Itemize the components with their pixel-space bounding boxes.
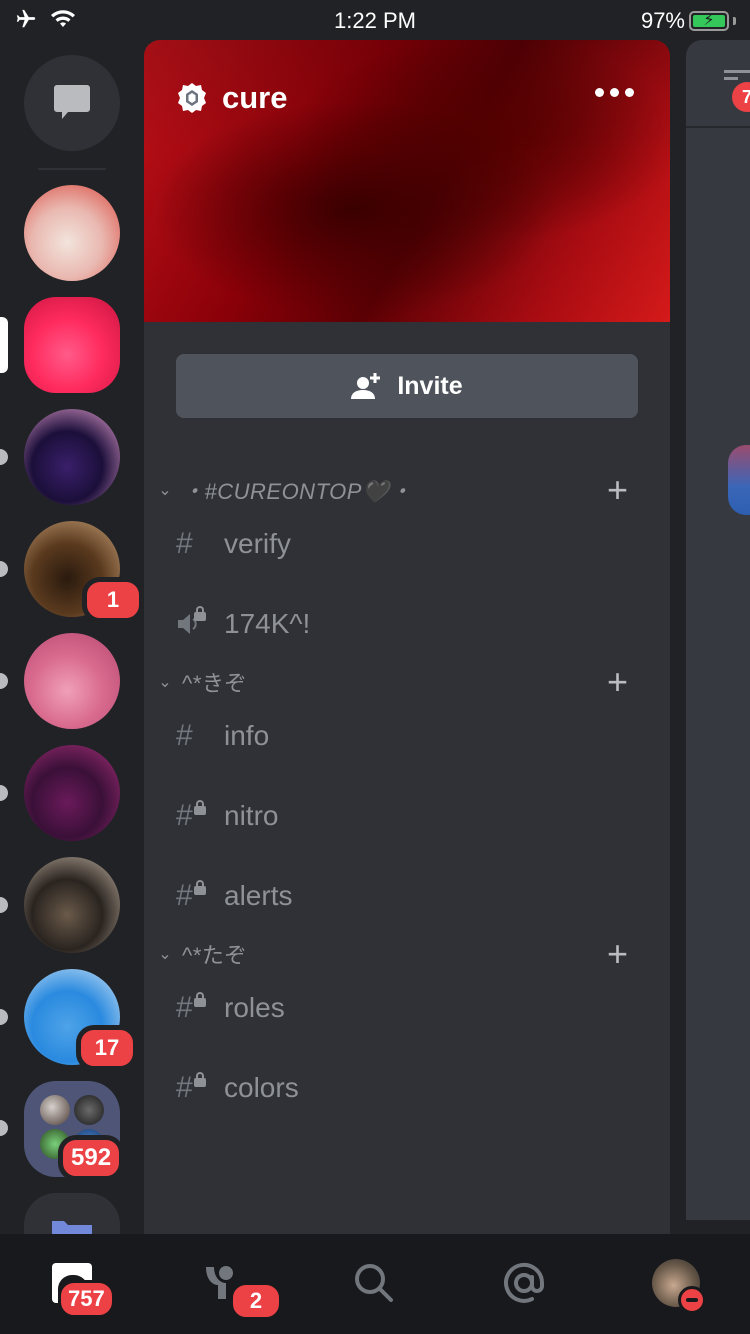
server-folder[interactable]: 592: [24, 1081, 125, 1181]
server-badge: 17: [76, 1025, 138, 1071]
hashtag-locked-icon: #: [176, 988, 224, 1028]
channel-item[interactable]: # alerts: [176, 868, 636, 924]
invite-button[interactable]: Invite: [176, 354, 638, 418]
nav-profile[interactable]: [646, 1258, 706, 1314]
channel-panel: cure Invite ⌄ ・#CUREONTOP🖤・ + # verify 174…: [144, 40, 670, 1234]
bottom-nav: 757 2: [0, 1234, 750, 1334]
search-icon: [355, 1264, 393, 1302]
mention-at-icon: [504, 1262, 545, 1303]
selected-server-indicator: [0, 317, 8, 373]
unread-indicator: [0, 1009, 8, 1025]
nav-mentions[interactable]: [494, 1258, 554, 1308]
more-dots-icon[interactable]: [595, 88, 634, 97]
folder-server-avatar: [74, 1095, 104, 1125]
peek-badge: 7: [732, 82, 750, 112]
server-banner: cure: [144, 40, 670, 322]
channel-name: colors: [224, 1072, 299, 1103]
channel-item[interactable]: # roles: [176, 980, 636, 1036]
category-name: ^*たぞ: [182, 943, 247, 968]
nav-friends[interactable]: 2: [190, 1258, 282, 1320]
hashtag-locked-icon: #: [176, 876, 224, 916]
channel-category[interactable]: ⌄ ^*きぞ +: [152, 662, 652, 702]
server-icon-server-8[interactable]: 17: [24, 969, 138, 1071]
friends-badge: 2: [230, 1282, 282, 1320]
unread-indicator: [0, 785, 8, 801]
channel-category-partial[interactable]: [152, 1224, 652, 1234]
chevron-down-icon: ⌄: [158, 674, 172, 691]
status-time: 1:22 PM: [334, 8, 416, 33]
chevron-down-icon: ⌄: [158, 482, 172, 499]
hashtag-icon: #: [176, 527, 193, 560]
unread-indicator: [0, 561, 8, 577]
hashtag-locked-icon: #: [176, 796, 224, 836]
folder-unread-indicator: [0, 1120, 8, 1136]
server-icon-server-7[interactable]: [24, 857, 120, 953]
unread-indicator: [0, 449, 8, 465]
server-badge: 1: [82, 577, 144, 623]
chat-panel-peek[interactable]: 7: [686, 40, 750, 1220]
channel-item[interactable]: # colors: [176, 1060, 636, 1116]
channel-name: verify: [224, 528, 291, 559]
add-channel-plus-icon[interactable]: +: [607, 664, 628, 700]
folder-icon: [52, 1221, 92, 1234]
server-icon-server-3[interactable]: [24, 409, 120, 505]
channel-category[interactable]: ⌄ ・#CUREONTOP🖤・ +: [152, 470, 652, 510]
chevron-down-icon: ⌄: [158, 946, 172, 963]
folder-server-avatar: [40, 1095, 70, 1125]
dnd-status-icon: [678, 1286, 706, 1314]
server-icon-server-6[interactable]: [24, 745, 120, 841]
channel-name: roles: [224, 992, 285, 1023]
chat-bubble-icon: [54, 85, 90, 119]
invite-label: Invite: [397, 371, 463, 400]
add-folder-partial[interactable]: [24, 1193, 120, 1234]
unread-indicator: [0, 673, 8, 689]
add-channel-plus-icon[interactable]: +: [607, 472, 628, 508]
channel-name: 174K^!: [224, 608, 311, 639]
channel-name: nitro: [224, 800, 279, 831]
hashtag-icon: #: [176, 719, 193, 752]
channel-name: alerts: [224, 880, 293, 911]
chat-header-peek: 7: [686, 40, 750, 128]
server-boost-badge-icon: [178, 83, 206, 113]
status-bar: 1:22 PM 97% ⚡: [0, 0, 750, 40]
battery-percent: 97%: [640, 8, 685, 33]
home-badge: 757: [58, 1280, 115, 1318]
server-icon-server-2-selected[interactable]: [24, 297, 120, 393]
server-icon-server-5[interactable]: [24, 633, 120, 729]
discord-app: 1:22 PM 97% ⚡ 1 17 592 cure Invite ⌄ ・#C…: [0, 0, 750, 1334]
server-icon-server-4[interactable]: 1: [24, 521, 144, 623]
folder-badge: 592: [58, 1135, 125, 1181]
channel-item[interactable]: # info: [176, 708, 636, 764]
voice-speaker-locked-icon: [176, 604, 224, 644]
channel-item[interactable]: # nitro: [176, 788, 636, 844]
message-avatar: [728, 445, 750, 515]
server-rail: 1 17 592: [0, 40, 144, 1234]
server-header[interactable]: cure: [176, 80, 287, 116]
hashtag-locked-icon: #: [176, 1068, 224, 1108]
unread-indicator: [0, 897, 8, 913]
server-name: cure: [222, 80, 288, 115]
server-icon-server-1[interactable]: [24, 185, 120, 281]
channel-category[interactable]: ⌄ ^*たぞ +: [152, 934, 652, 974]
add-person-icon: [351, 373, 381, 399]
category-name: ・#CUREONTOP🖤・: [182, 479, 413, 504]
direct-messages-button[interactable]: [24, 55, 120, 151]
channel-item[interactable]: # verify: [176, 516, 636, 572]
channel-name: info: [224, 720, 270, 751]
rail-separator: [38, 168, 106, 170]
add-channel-plus-icon[interactable]: +: [607, 936, 628, 972]
nav-search[interactable]: [344, 1258, 404, 1308]
category-name: ^*きぞ: [182, 671, 247, 696]
nav-home[interactable]: 757: [42, 1258, 115, 1318]
channel-item[interactable]: 174K^!: [176, 596, 636, 652]
battery-charging-icon: ⚡: [689, 11, 729, 31]
